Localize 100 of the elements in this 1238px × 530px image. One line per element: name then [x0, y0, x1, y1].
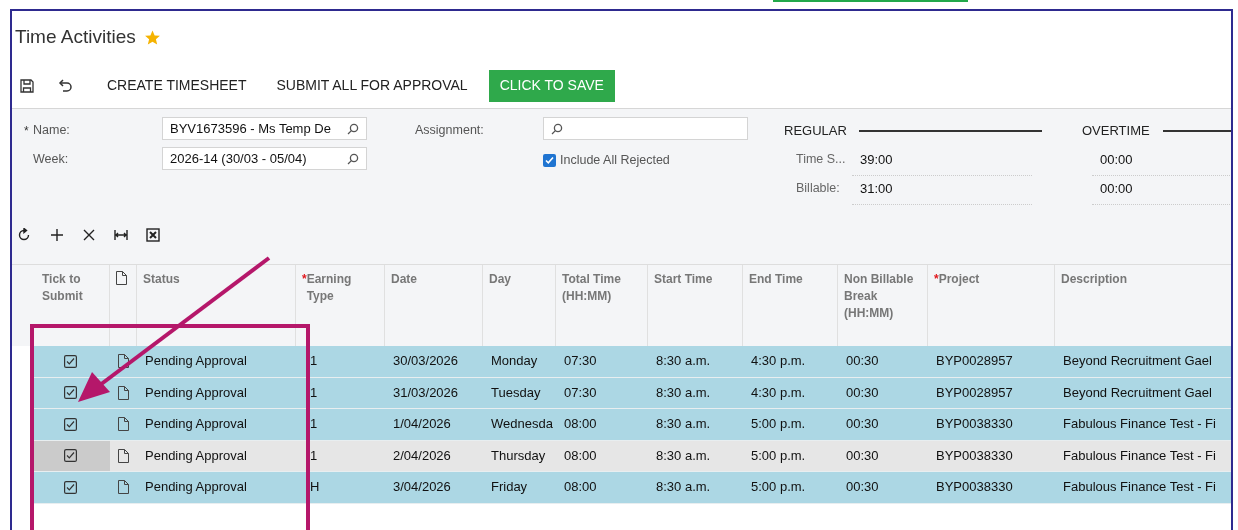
- table-cell: 07:30: [564, 384, 597, 400]
- table-cell: 00:30: [846, 416, 879, 432]
- table-cell: 08:00: [564, 479, 597, 495]
- table-cell: 08:00: [564, 447, 597, 463]
- summary-value: 00:00: [1092, 150, 1231, 176]
- section-heading: OVERTIME: [1082, 122, 1150, 140]
- table-cell: 8:30 a.m.: [656, 447, 711, 463]
- required-mark: *: [934, 271, 939, 288]
- table-cell: 31/03/2026: [393, 384, 459, 400]
- column-header[interactable]: Status: [143, 271, 289, 288]
- file-icon[interactable]: [118, 480, 129, 495]
- table-cell: 8:30 a.m.: [656, 479, 711, 495]
- table-cell: 00:30: [846, 384, 879, 400]
- table-cell: 00:30: [846, 447, 879, 463]
- table-cell: BYP0028957: [936, 353, 1013, 369]
- column-header[interactable]: Non Billable Break (HH:MM): [844, 271, 921, 322]
- table-cell: Pending Approval: [145, 447, 247, 463]
- table-cell: 00:30: [846, 353, 879, 369]
- star-icon[interactable]: [143, 28, 161, 46]
- table-cell: Pending Approval: [145, 384, 247, 400]
- table-cell: 1: [310, 447, 318, 463]
- file-icon[interactable]: [118, 448, 129, 463]
- table-cell: 4:30 p.m.: [751, 384, 806, 400]
- table-cell: 1/04/2026: [393, 416, 451, 432]
- field-label: Billable:: [796, 180, 840, 197]
- save-button[interactable]: CLICK TO SAVE: [488, 69, 615, 102]
- search-icon[interactable]: [347, 122, 359, 135]
- table-cell: Tuesday: [491, 384, 541, 400]
- checkbox[interactable]: [63, 417, 77, 431]
- table-cell: 00:30: [846, 479, 879, 495]
- lookup-field[interactable]: 2026-14 (30/03 - 05/04): [162, 147, 367, 170]
- table-cell: Wednesda: [491, 416, 553, 432]
- table-cell: 4:30 p.m.: [751, 353, 806, 369]
- table-cell: 1: [310, 416, 318, 432]
- table-cell: 5:00 p.m.: [751, 447, 806, 463]
- summary-value: 00:00: [1092, 179, 1231, 205]
- table-cell: BYP0038330: [936, 447, 1013, 463]
- table-cell: Beyond Recruitment Gael: [1063, 353, 1212, 369]
- column-header[interactable]: Day: [489, 271, 549, 288]
- column-header[interactable]: Date: [391, 271, 476, 288]
- column-header[interactable]: Earning Type: [306, 271, 378, 305]
- table-cell: Pending Approval: [145, 353, 247, 369]
- table-cell: Pending Approval: [145, 416, 247, 432]
- table-cell: Beyond Recruitment Gael: [1063, 384, 1212, 400]
- close-icon[interactable]: [82, 228, 96, 242]
- column-header[interactable]: Start Time: [654, 271, 736, 288]
- lookup-field[interactable]: BYV1673596 - Ms Temp De: [162, 117, 367, 140]
- toolbar-button[interactable]: SUBMIT ALL FOR APPROVAL: [261, 69, 483, 102]
- table-cell: 30/03/2026: [393, 353, 459, 369]
- file-icon[interactable]: [118, 417, 129, 432]
- lookup-field[interactable]: [543, 117, 748, 140]
- file-icon[interactable]: [118, 385, 129, 400]
- table-cell: 3/04/2026: [393, 479, 451, 495]
- table-cell: BYP0038330: [936, 479, 1013, 495]
- summary-value: 31:00: [852, 179, 1032, 205]
- checkbox[interactable]: [63, 449, 77, 463]
- file-icon: [116, 271, 127, 285]
- checkbox[interactable]: [63, 480, 77, 494]
- column-header[interactable]: End Time: [749, 271, 831, 288]
- required-mark: *: [24, 123, 29, 140]
- table-cell: 08:00: [564, 416, 597, 432]
- table-cell: 8:30 a.m.: [656, 353, 711, 369]
- file-icon[interactable]: [118, 354, 129, 369]
- fit-columns-icon[interactable]: [114, 228, 128, 242]
- table-cell: 5:00 p.m.: [751, 479, 806, 495]
- toolbar-button[interactable]: CREATE TIMESHEET: [92, 69, 262, 102]
- excel-icon[interactable]: [146, 228, 160, 242]
- checkbox[interactable]: [543, 153, 556, 167]
- table-cell: Monday: [491, 353, 538, 369]
- column-header[interactable]: Project: [938, 271, 980, 288]
- table-cell: BYP0028957: [936, 384, 1013, 400]
- table-cell: BYP0038330: [936, 416, 1013, 432]
- column-header[interactable]: Tick to Submit: [36, 271, 103, 305]
- search-icon[interactable]: [551, 122, 563, 135]
- column-header[interactable]: Total Time (HH:MM): [562, 271, 641, 305]
- table-cell: Fabulous Finance Test - Fi: [1063, 447, 1216, 463]
- table-cell: H: [310, 479, 320, 495]
- field-label: Name:: [33, 122, 70, 139]
- table-cell: 1: [310, 384, 318, 400]
- checkbox-label: Include All Rejected: [560, 152, 670, 169]
- add-icon[interactable]: [50, 228, 64, 242]
- checkbox[interactable]: [63, 354, 77, 368]
- table-cell: 5:00 p.m.: [751, 416, 806, 432]
- section-heading: REGULAR: [784, 122, 847, 140]
- column-header[interactable]: Description: [1061, 271, 1228, 288]
- page-title: Time Activities: [15, 24, 136, 49]
- search-icon[interactable]: [347, 152, 359, 165]
- save-icon: [20, 78, 34, 93]
- table-cell: Thursday: [491, 447, 546, 463]
- table-cell: 2/04/2026: [393, 447, 451, 463]
- table-cell: Friday: [491, 479, 528, 495]
- table-cell: Fabulous Finance Test - Fi: [1063, 416, 1216, 432]
- required-mark: *: [302, 271, 307, 288]
- field-label: Week:: [33, 151, 69, 168]
- refresh-icon[interactable]: [18, 228, 32, 242]
- table-cell: 8:30 a.m.: [656, 384, 711, 400]
- table-cell: 1: [310, 353, 318, 369]
- field-label: Assignment:: [415, 122, 484, 139]
- undo-icon: [57, 78, 73, 93]
- checkbox[interactable]: [63, 386, 77, 400]
